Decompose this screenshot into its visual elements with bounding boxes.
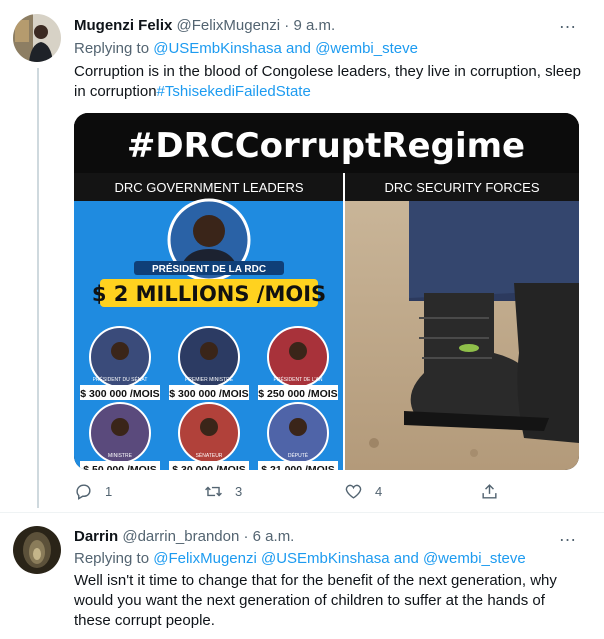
official-amount: $ 30 000 /MOIS <box>172 464 246 470</box>
official-amount: $ 21 000 /MOIS <box>261 464 335 470</box>
tweet-text: Corruption is in the blood of Congolese … <box>74 62 584 102</box>
reply-icon <box>76 484 91 500</box>
tweet-mugenzi-felix[interactable]: Mugenzi Felix @FelixMugenzi · 9 a.m. … R… <box>0 0 604 512</box>
author-name[interactable]: Mugenzi Felix <box>74 17 172 34</box>
reply-count: 1 <box>105 484 113 499</box>
separator: · <box>284 17 290 34</box>
author-handle[interactable]: @FelixMugenzi <box>177 17 281 34</box>
tweet-header: Darrin @darrin_brandon · 6 a.m. <box>74 527 294 547</box>
share-icon <box>482 484 497 499</box>
official-amount: $ 300 000 /MOIS <box>169 388 248 400</box>
replying-label: Replying to <box>74 550 150 567</box>
tweet-text: Well isn't it time to change that for th… <box>74 572 557 629</box>
right-column-header: DRC SECURITY FORCES <box>384 180 539 195</box>
tweet-media-image[interactable]: #DRCCorruptRegime DRC GOVERNMENT LEADERS… <box>74 113 579 470</box>
retweet-count: 3 <box>235 484 243 499</box>
retweet-icon <box>205 486 222 497</box>
official-role: PRÉSIDENT DU SÉNAT <box>93 376 148 383</box>
timestamp[interactable]: 9 a.m. <box>293 17 335 34</box>
heart-icon <box>345 484 362 499</box>
official-role: MINISTRE <box>108 453 133 459</box>
author-name[interactable]: Darrin <box>74 528 118 545</box>
replying-to: Replying to @USEmbKinshasa and @wembi_st… <box>74 39 418 59</box>
official-role: PRÉSIDENT DE L'AN <box>274 376 323 383</box>
official-amount: $ 300 000 /MOIS <box>80 388 159 400</box>
timestamp[interactable]: 6 a.m. <box>253 528 295 545</box>
tweet-darrin[interactable]: Darrin @darrin_brandon · 6 a.m. … Replyi… <box>0 512 604 639</box>
share-button[interactable] <box>480 482 499 501</box>
left-column-header: DRC GOVERNMENT LEADERS <box>114 180 303 195</box>
tweet-header: Mugenzi Felix @FelixMugenzi · 9 a.m. <box>74 16 335 36</box>
more-options-icon[interactable]: … <box>554 526 582 547</box>
reply-button[interactable]: 1 <box>74 482 112 501</box>
author-handle[interactable]: @darrin_brandon <box>122 528 239 545</box>
like-count: 4 <box>375 484 383 499</box>
replying-label: Replying to <box>74 40 150 57</box>
official-role: SÉNATEUR <box>196 452 223 459</box>
official-amount: $ 50 000 /MOIS <box>83 464 157 470</box>
tweet-actions: 1 3 4 <box>74 482 504 504</box>
president-amount: $ 2 MILLIONS /MOIS <box>92 282 326 306</box>
tweet-body: Corruption is in the blood of Congolese … <box>74 63 581 100</box>
more-options-icon[interactable]: … <box>554 13 582 34</box>
official-amount: $ 250 000 /MOIS <box>258 388 337 400</box>
like-button[interactable]: 4 <box>344 482 382 501</box>
avatar[interactable] <box>13 14 61 62</box>
hashtag-link[interactable]: #TshisekediFailedState <box>157 83 311 100</box>
avatar[interactable] <box>13 526 61 574</box>
president-label: PRÉSIDENT DE LA RDC <box>152 262 266 275</box>
replying-to: Replying to @FelixMugenzi @USEmbKinshasa… <box>74 549 526 569</box>
retweet-button[interactable]: 3 <box>204 482 242 501</box>
replying-to-handles[interactable]: @USEmbKinshasa and @wembi_steve <box>153 40 418 57</box>
separator: · <box>243 528 249 545</box>
media-title: #DRCCorruptRegime <box>127 126 525 166</box>
official-role: DÉPUTÉ <box>288 452 309 459</box>
replying-to-handles[interactable]: @FelixMugenzi @USEmbKinshasa and @wembi_… <box>153 550 526 567</box>
official-role: PREMIER MINISTRE <box>185 377 234 383</box>
